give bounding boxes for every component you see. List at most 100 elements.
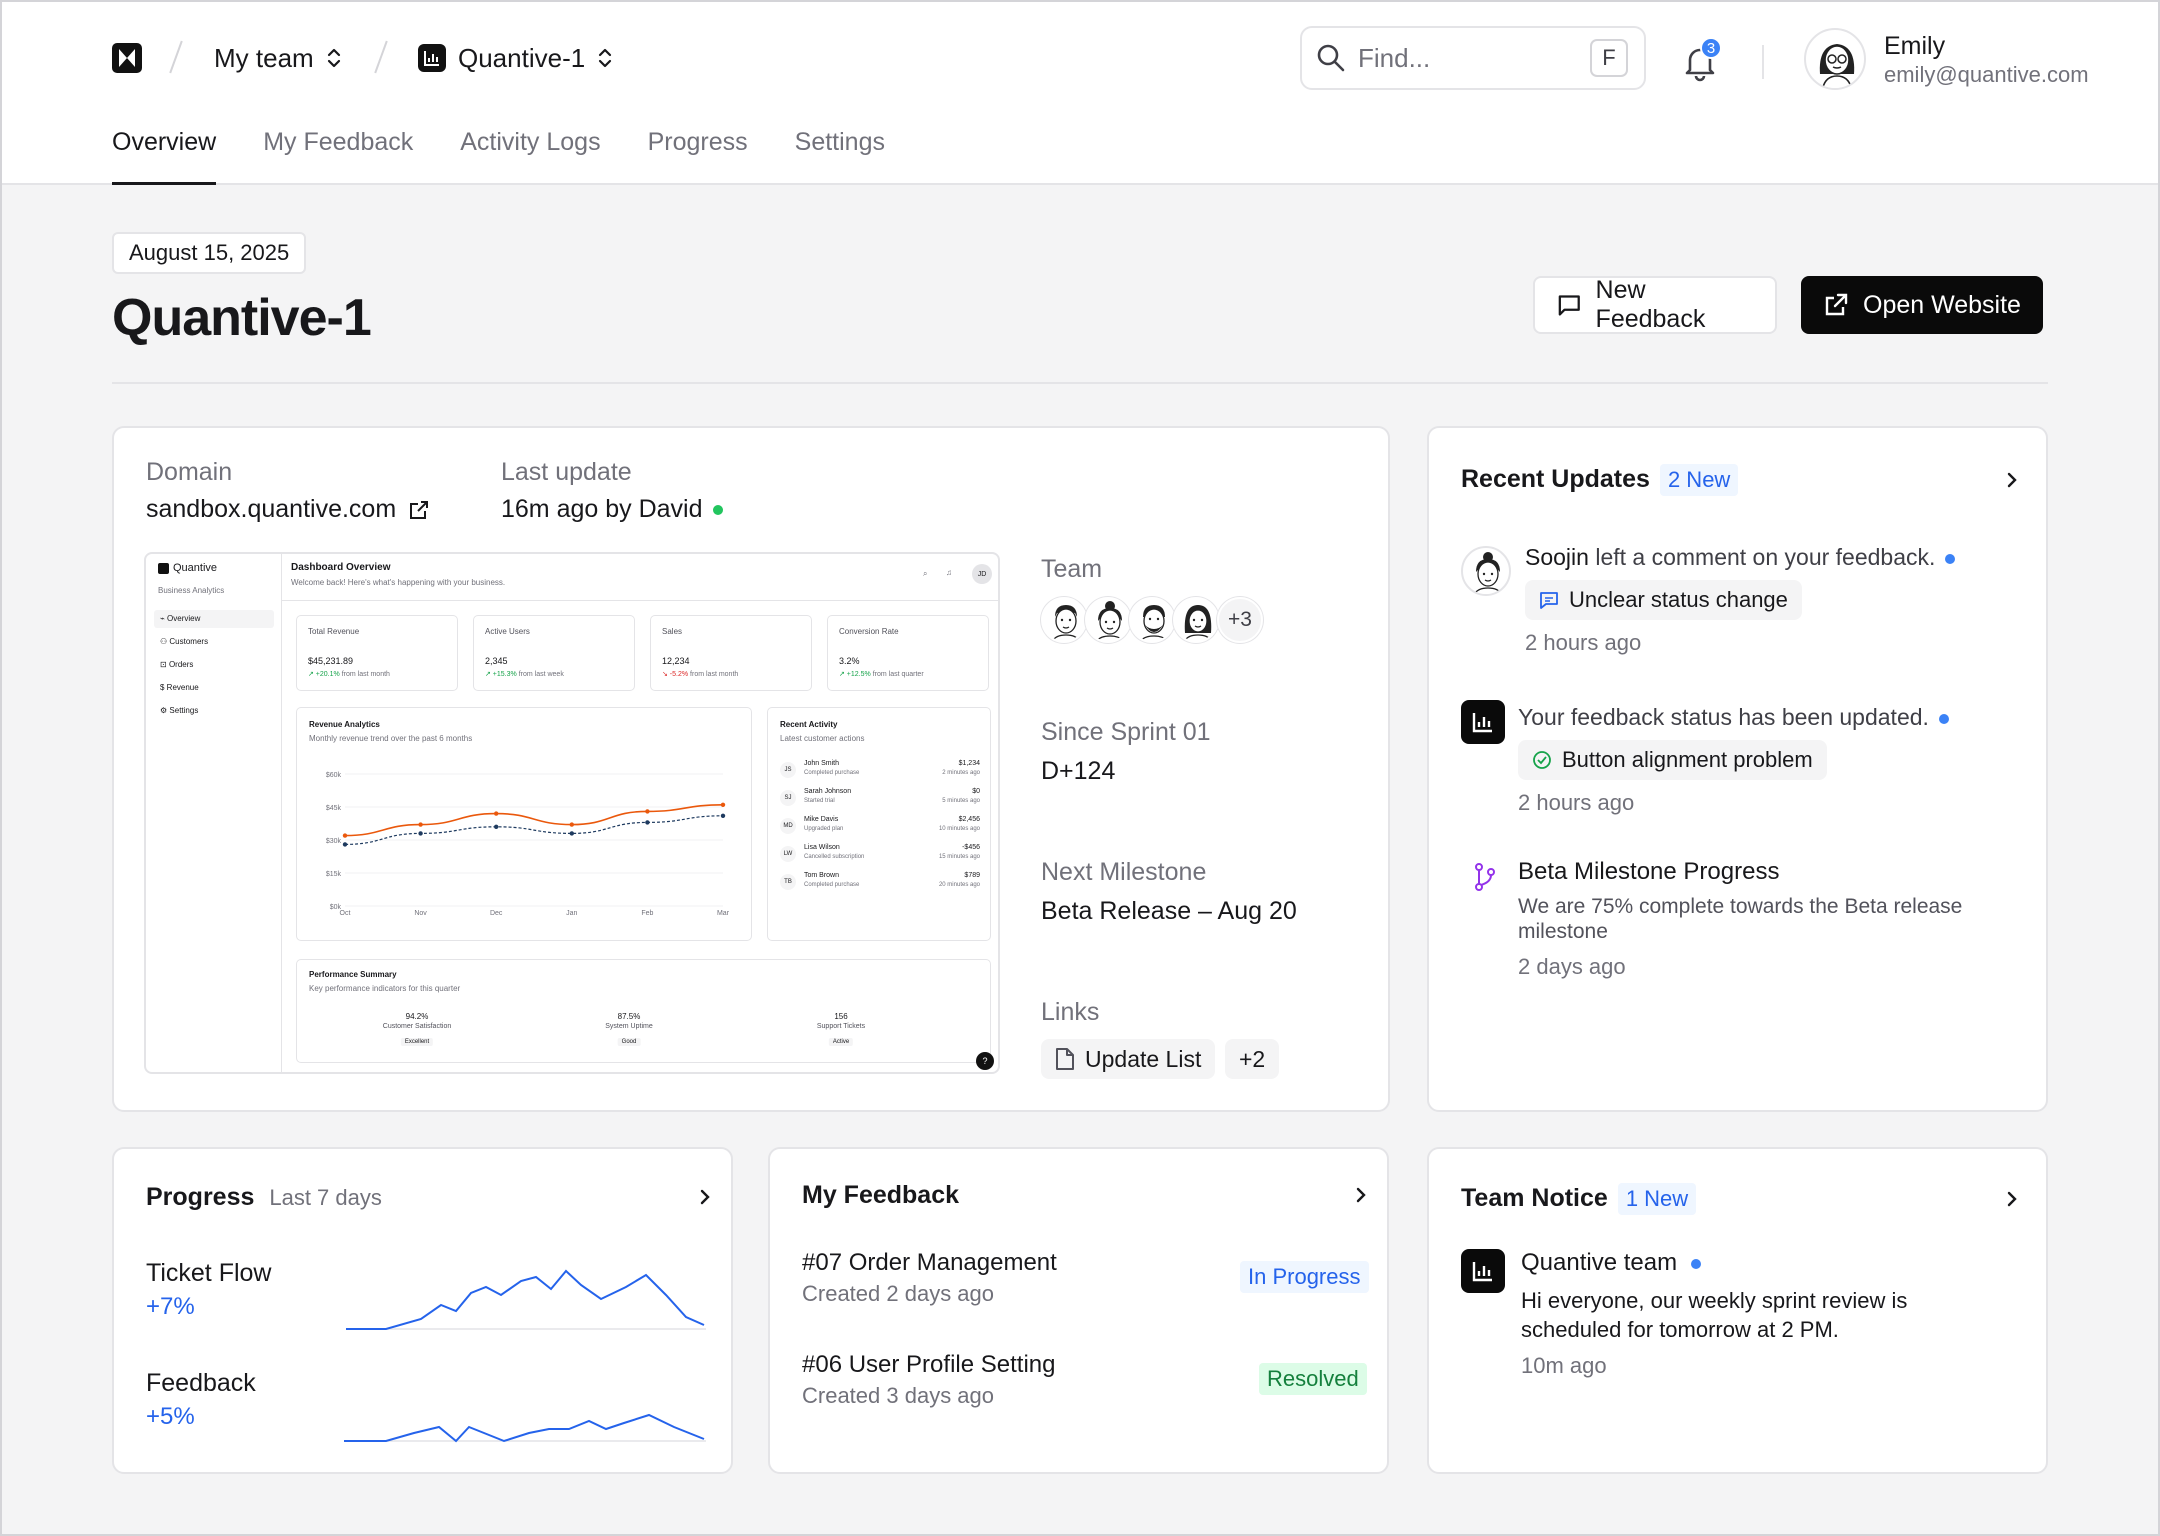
preview-kpi-label: Total Revenue — [308, 627, 360, 636]
team-member-avatar[interactable] — [1041, 597, 1087, 643]
preview-header-divider — [282, 600, 998, 601]
preview-activity-time: 15 minutes ago — [938, 854, 980, 860]
links-label: Links — [1041, 998, 1100, 1026]
preview-kpi-delta-row: ↗ +12.5% from last quarter — [839, 670, 924, 678]
update-1-time: 2 hours ago — [1525, 630, 1642, 655]
team-more-count[interactable]: +3 — [1217, 597, 1263, 643]
chart-y-tick: $15k — [326, 871, 342, 878]
my-feedback-card: My Feedback #07 Order Management Created… — [768, 1147, 1389, 1474]
preview-nav-revenue[interactable]: $ Revenue — [160, 683, 199, 692]
progress-header: Progress Last 7 days — [146, 1183, 382, 1212]
recent-updates-header: Recent Updates 2 New — [1461, 464, 1739, 496]
chevron-right-icon[interactable] — [698, 1187, 712, 1207]
chevron-right-icon[interactable] — [2005, 470, 2019, 490]
domain-link[interactable]: sandbox.quantive.com — [146, 495, 430, 524]
tab-my-feedback[interactable]: My Feedback — [263, 128, 413, 185]
message-icon — [1540, 592, 1558, 609]
search-input[interactable] — [1358, 42, 1578, 74]
preview-bell-icon[interactable]: ♫ — [946, 568, 952, 577]
preview-nav-orders[interactable]: ⊡ Orders — [160, 660, 193, 669]
preview-kpi-note: from last quarter — [870, 671, 924, 678]
feedback-item-created: Created 2 days ago — [802, 1281, 995, 1306]
preview-nav-settings[interactable]: ⚙ Settings — [160, 706, 198, 715]
update-3-time: 2 days ago — [1518, 954, 1626, 979]
preview-activity-avatar: TB — [780, 874, 796, 890]
preview-kpi-label: Sales — [662, 627, 683, 636]
next-milestone-label: Next Milestone — [1041, 858, 1207, 886]
feedback-sparkline — [344, 1413, 706, 1443]
app-logo[interactable] — [112, 43, 142, 73]
link-name: Update List — [1085, 1045, 1202, 1072]
header-divider — [1762, 45, 1764, 79]
update-2-tag[interactable]: Button alignment problem — [1518, 740, 1827, 780]
team-member-avatar[interactable] — [1129, 597, 1175, 643]
preview-kpi-label: Active Users — [485, 627, 530, 636]
preview-perf-value: 94.2% — [405, 1012, 429, 1021]
progress-card: Progress Last 7 days Ticket Flow +7% Fee… — [112, 1147, 733, 1474]
chart-point — [645, 809, 650, 814]
preview-activity-action: Cancelled subscription — [804, 854, 865, 860]
preview-performance-panel: Performance Summary Key performance indi… — [296, 959, 991, 1063]
status-badge-in-progress: In Progress — [1240, 1261, 1369, 1293]
user-name: Emily — [1884, 32, 1946, 60]
preview-nav-overview[interactable]: ⌁ Overview — [160, 614, 200, 623]
team-name: My team — [214, 42, 314, 73]
tab-progress[interactable]: Progress — [648, 128, 748, 185]
tab-settings[interactable]: Settings — [795, 128, 885, 185]
new-feedback-button[interactable]: New Feedback — [1533, 276, 1777, 334]
preview-activity-avatar: MD — [780, 818, 796, 834]
user-avatar[interactable] — [1804, 28, 1866, 90]
preview-kpi-tile: Active Users 2,345 ↗ +15.3% from last week — [473, 615, 635, 691]
progress-period: Last 7 days — [269, 1185, 382, 1210]
team-switcher[interactable]: My team — [214, 38, 342, 78]
chart-point — [494, 824, 499, 829]
preview-avatar[interactable]: JD — [972, 564, 992, 584]
preview-activity-time: 20 minutes ago — [938, 882, 980, 888]
preview-kpi-note: from last week — [516, 671, 564, 678]
team-member-avatar[interactable] — [1085, 597, 1131, 643]
open-website-label: Open Website — [1863, 290, 2021, 319]
preview-activity-row: JS John Smith Completed purchase $1,234 2 mi… — [768, 760, 992, 786]
chart-point — [645, 820, 650, 825]
search-box[interactable]: F — [1300, 26, 1646, 90]
tab-activity-logs[interactable]: Activity Logs — [460, 128, 600, 185]
page-divider — [112, 382, 2048, 384]
chart-point — [342, 842, 348, 847]
open-website-button[interactable]: Open Website — [1801, 276, 2043, 334]
website-preview[interactable]: Quantive Business Analytics ⌁ Overview ⚇… — [144, 552, 1000, 1074]
update-1-tag[interactable]: Unclear status change — [1525, 580, 1802, 620]
chart-x-tick: Dec — [490, 910, 503, 917]
project-switcher[interactable]: Quantive-1 — [418, 38, 613, 78]
chevron-right-icon[interactable] — [2005, 1189, 2019, 1209]
chevron-updown-icon — [599, 48, 612, 68]
chart-x-tick: Nov — [414, 910, 427, 917]
preview-kpi-tile: Sales 12,234 ↘ -5.2% from last month — [650, 615, 812, 691]
feedback-label: Feedback — [146, 1369, 256, 1397]
preview-kpi-delta: ↘ -5.2% — [662, 671, 689, 678]
preview-activity-name: Tom Brown — [804, 872, 840, 879]
team-member-avatar[interactable] — [1173, 597, 1219, 643]
chart-point — [342, 833, 348, 838]
online-status-dot — [712, 505, 723, 516]
unread-dot — [1945, 553, 1956, 564]
preview-nav-customers[interactable]: ⚇ Customers — [160, 637, 208, 646]
links-more-count[interactable]: +2 — [1225, 1039, 1280, 1079]
preview-nav-label: Orders — [168, 660, 194, 669]
preview-activity-name: Sarah Johnson — [804, 788, 852, 795]
preview-search-icon[interactable]: ⌕ — [923, 569, 927, 579]
tab-overview[interactable]: Overview — [112, 128, 217, 185]
update-2-time: 2 hours ago — [1518, 790, 1635, 815]
preview-perf-value: 156 — [834, 1012, 848, 1021]
bar-chart-icon — [418, 44, 446, 72]
preview-activity-avatar: SJ — [780, 790, 796, 806]
preview-help-button[interactable]: ? — [976, 1052, 994, 1070]
preview-perf-value: 87.5% — [617, 1012, 641, 1021]
chart-x-tick: Jan — [566, 910, 577, 917]
link-update-list[interactable]: Update List — [1041, 1039, 1216, 1079]
preview-kpi-delta-row: ↘ -5.2% from last month — [662, 670, 738, 678]
preview-nav-label: Revenue — [166, 683, 199, 692]
chevron-right-icon[interactable] — [1354, 1185, 1368, 1205]
preview-activity-avatar: JS — [780, 762, 796, 778]
recent-updates-card: Recent Updates 2 New Soojin left a commen… — [1427, 426, 2048, 1112]
feedback-item-created: Created 3 days ago — [802, 1383, 995, 1408]
